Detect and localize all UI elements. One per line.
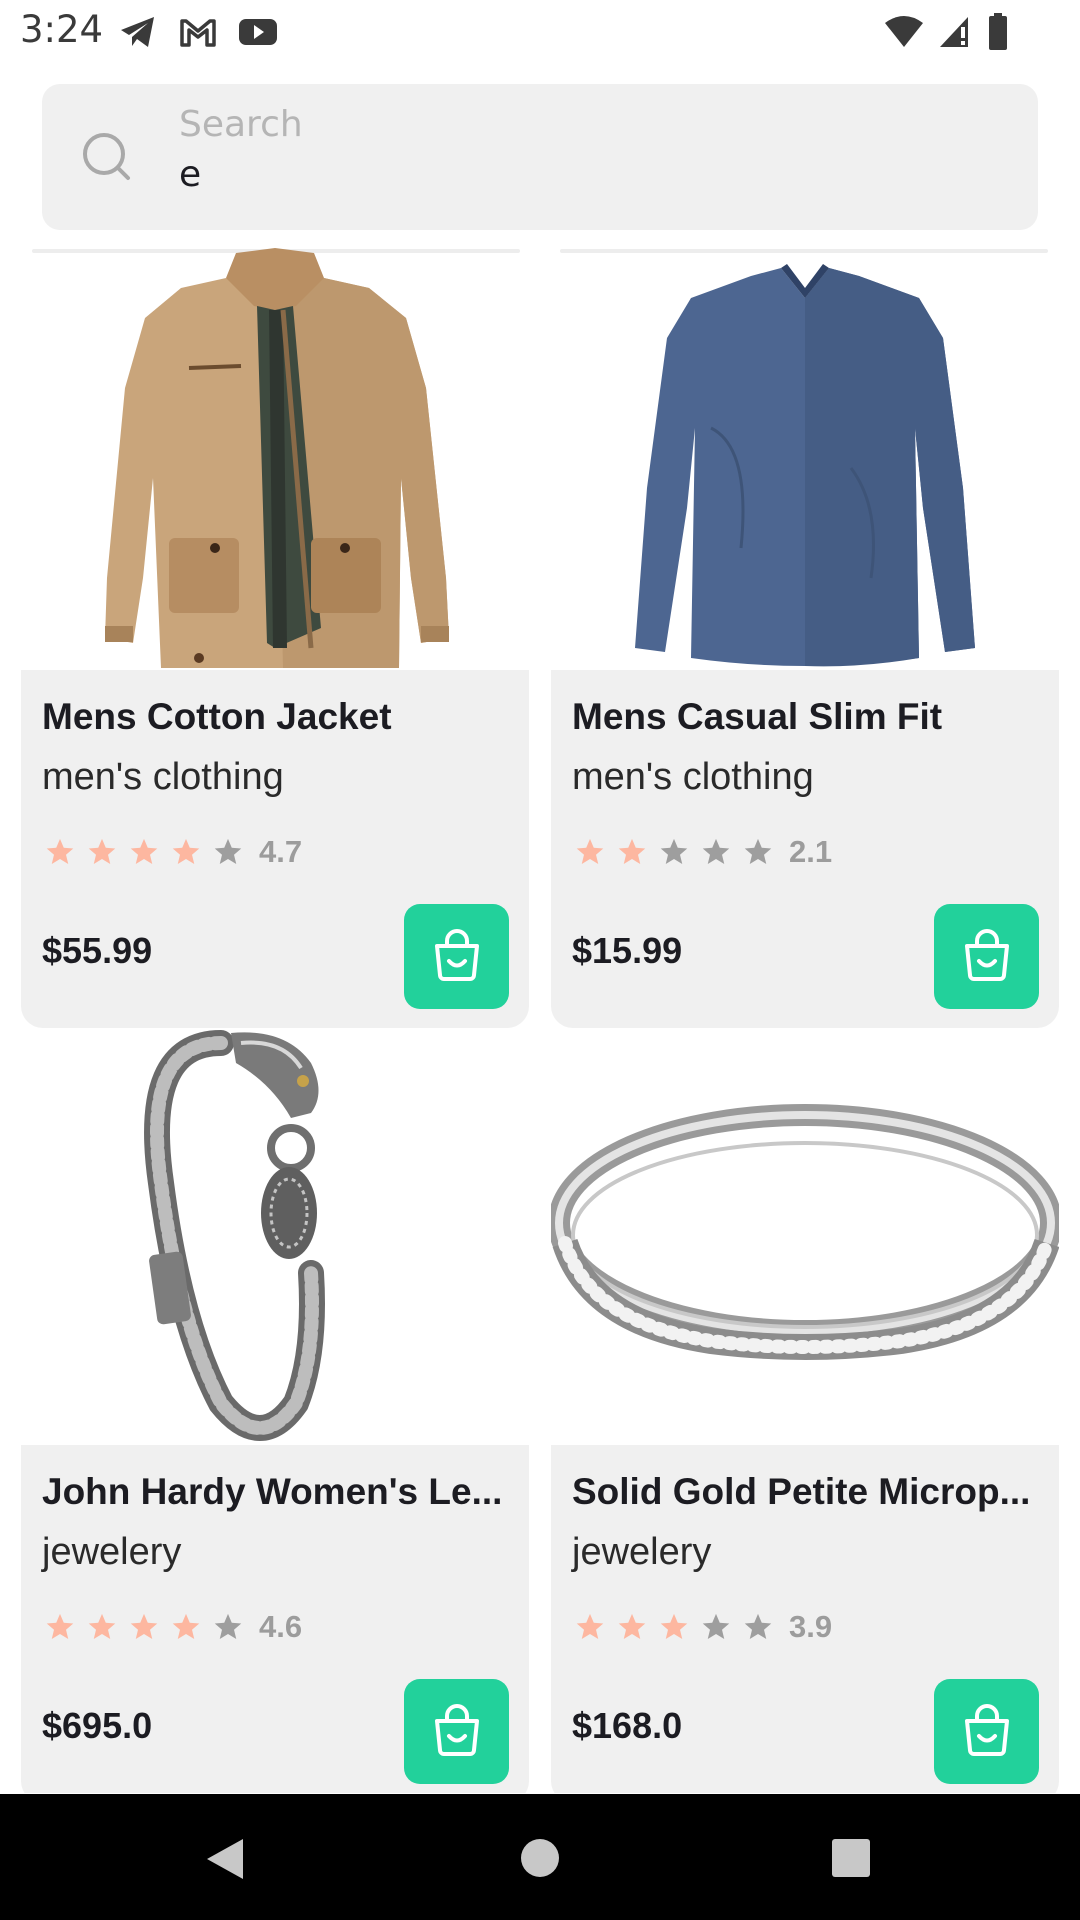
add-to-cart-button[interactable]: [404, 1679, 509, 1784]
youtube-icon: [238, 12, 278, 52]
shopping-bag-icon: [428, 1701, 486, 1763]
star-icon: [213, 1612, 243, 1642]
star-icon: [575, 1612, 605, 1642]
product-title[interactable]: John Hardy Women's Le...: [42, 1471, 512, 1513]
product-category: jewelery: [572, 1531, 712, 1573]
jacket-image[interactable]: [21, 248, 529, 670]
card-body: Solid Gold Petite Microp... jewelery 3.9…: [551, 1445, 1059, 1793]
home-icon[interactable]: [520, 1838, 560, 1882]
signal-icon: [938, 13, 972, 51]
card-body: John Hardy Women's Le... jewelery 4.6 $6…: [21, 1445, 529, 1793]
product-price: $15.99: [572, 930, 683, 971]
product-category: men's clothing: [42, 756, 284, 798]
star-icon: [701, 837, 731, 867]
rating: 4.7: [45, 834, 302, 870]
star-icon: [617, 1612, 647, 1642]
star-icon: [659, 837, 689, 867]
search-icon: [80, 130, 134, 188]
star-icon: [701, 1612, 731, 1642]
navigation-bar: [0, 1794, 1080, 1920]
rating: 3.9: [575, 1609, 832, 1645]
rating-value: 4.6: [259, 1609, 303, 1644]
rating: 2.1: [575, 834, 832, 870]
shirt-image[interactable]: [551, 248, 1059, 670]
product-grid: Mens Cotton Jacket men's clothing 4.7 $5…: [0, 248, 1080, 1793]
product-price: $695.0: [42, 1705, 153, 1746]
back-icon[interactable]: [205, 1837, 245, 1885]
rating-value: 2.1: [789, 834, 833, 869]
shopping-bag-icon: [958, 1701, 1016, 1763]
card-body: Mens Casual Slim Fit men's clothing 2.1 …: [551, 670, 1059, 1028]
star-icon: [213, 837, 243, 867]
bracelet-image[interactable]: [21, 1023, 529, 1445]
star-icon: [171, 1612, 201, 1642]
status-bar: 3:24: [0, 0, 1080, 62]
star-icon: [743, 837, 773, 867]
rating: 4.6: [45, 1609, 302, 1645]
product-category: jewelery: [42, 1531, 182, 1573]
screen: 3:24 Search e Mens Cotton Jacket men's c…: [0, 0, 1080, 1920]
shopping-bag-icon: [428, 926, 486, 988]
product-price: $168.0: [572, 1705, 683, 1746]
card-body: Mens Cotton Jacket men's clothing 4.7 $5…: [21, 670, 529, 1028]
wifi-icon: [884, 13, 924, 51]
star-icon: [87, 1612, 117, 1642]
rating-value: 3.9: [789, 1609, 833, 1644]
product-title[interactable]: Mens Cotton Jacket: [42, 696, 512, 738]
product-price: $55.99: [42, 930, 153, 971]
rating-value: 4.7: [259, 834, 303, 869]
recents-icon[interactable]: [831, 1838, 871, 1882]
star-icon: [575, 837, 605, 867]
notification-icons: [118, 12, 278, 52]
star-icon: [45, 837, 75, 867]
status-time: 3:24: [20, 8, 104, 51]
product-category: men's clothing: [572, 756, 814, 798]
product-title[interactable]: Mens Casual Slim Fit: [572, 696, 1042, 738]
star-icon: [45, 1612, 75, 1642]
add-to-cart-button[interactable]: [404, 904, 509, 1009]
add-to-cart-button[interactable]: [934, 904, 1039, 1009]
search-input[interactable]: Search e: [42, 84, 1038, 230]
star-icon: [87, 837, 117, 867]
telegram-icon: [118, 12, 158, 52]
search-label: Search: [179, 104, 303, 145]
add-to-cart-button[interactable]: [934, 1679, 1039, 1784]
star-icon: [129, 837, 159, 867]
star-icon: [617, 837, 647, 867]
star-icon: [129, 1612, 159, 1642]
star-icon: [743, 1612, 773, 1642]
star-icon: [659, 1612, 689, 1642]
star-icon: [171, 837, 201, 867]
system-icons: [884, 12, 1010, 52]
search-value[interactable]: e: [179, 154, 201, 195]
ring-image[interactable]: [548, 1023, 1062, 1445]
battery-icon: [986, 12, 1010, 52]
gmail-icon: [178, 12, 218, 52]
shopping-bag-icon: [958, 926, 1016, 988]
product-title[interactable]: Solid Gold Petite Microp...: [572, 1471, 1042, 1513]
